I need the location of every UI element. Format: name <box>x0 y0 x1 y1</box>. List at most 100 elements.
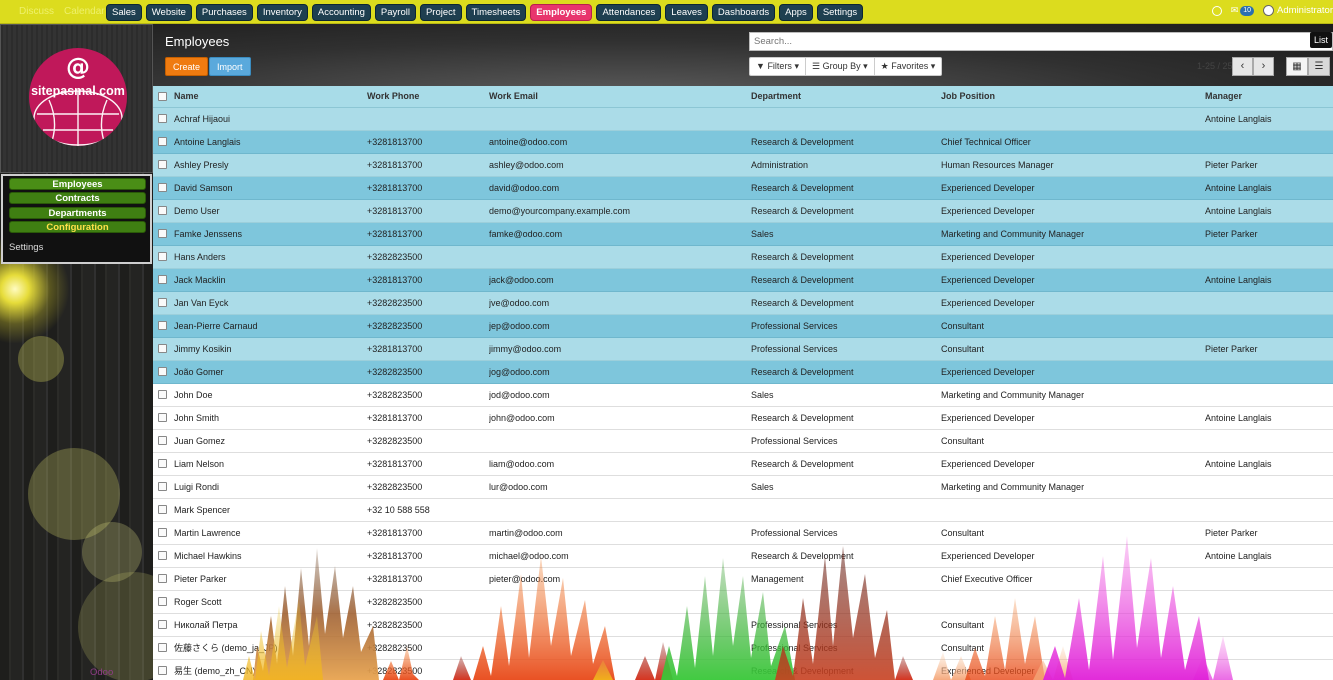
table-row[interactable]: Jean-Pierre Carnaud +3282823500 jep@odoo.c… <box>153 315 1333 338</box>
row-checkbox[interactable] <box>158 344 167 353</box>
row-checkbox[interactable] <box>158 436 167 445</box>
table-row[interactable]: Hans Anders +3282823500 Research & Develop… <box>153 246 1333 269</box>
menu-discuss[interactable]: Discuss <box>19 6 54 17</box>
cell-name: 佐藤さくら (demo_ja_JP) <box>174 643 278 653</box>
table-row[interactable]: Ashley Presly +3281813700 ashley@odoo.com A… <box>153 154 1333 177</box>
row-checkbox[interactable] <box>158 390 167 399</box>
menu-settings[interactable]: Settings <box>816 4 864 21</box>
table-row[interactable]: Martin Lawrence +3281813700 martin@odoo.co… <box>153 522 1333 545</box>
row-checkbox[interactable] <box>158 551 167 560</box>
menu-sales[interactable]: Sales <box>106 4 142 21</box>
table-row[interactable]: Antoine Langlais +3281813700 antoine@odoo.… <box>153 131 1333 154</box>
table-row[interactable]: Jack Macklin +3281813700 jack@odoo.com Rese… <box>153 269 1333 292</box>
table-row[interactable]: John Smith +3281813700 john@odoo.com Resear… <box>153 407 1333 430</box>
table-row[interactable]: Николай Петра +3282823500 Professional Ser… <box>153 614 1333 637</box>
row-checkbox[interactable] <box>158 367 167 376</box>
cell-phone: +3281813700 <box>367 574 423 584</box>
systray: ✉ 10 Administrator <box>1211 5 1333 16</box>
row-checkbox[interactable] <box>158 505 167 514</box>
column-header-work-phone[interactable]: Work Phone <box>367 86 485 107</box>
row-checkbox[interactable] <box>158 160 167 169</box>
row-checkbox[interactable] <box>158 137 167 146</box>
row-checkbox[interactable] <box>158 206 167 215</box>
row-checkbox[interactable] <box>158 298 167 307</box>
menu-leaves[interactable]: Leaves <box>665 4 708 21</box>
table-row[interactable]: David Samson +3281813700 david@odoo.com Res… <box>153 177 1333 200</box>
row-checkbox[interactable] <box>158 252 167 261</box>
messages-button[interactable]: ✉ 10 <box>1231 5 1255 16</box>
import-button[interactable]: Import <box>209 57 251 76</box>
table-row[interactable]: Mark Spencer +32 10 588 558 <box>153 499 1333 522</box>
table-row[interactable]: Pieter Parker +3281813700 pieter@odoo.com M… <box>153 568 1333 591</box>
column-header-manager[interactable]: Manager <box>1205 86 1330 107</box>
menu-payroll[interactable]: Payroll <box>374 4 416 21</box>
table-row[interactable]: Demo User +3281813700 demo@yourcompany.exa… <box>153 200 1333 223</box>
company-logo[interactable]: @ sitepasmal.com <box>29 48 127 146</box>
row-checkbox[interactable] <box>158 413 167 422</box>
sidebar-item-departments[interactable]: Departments <box>9 207 146 219</box>
sidebar-item-configuration[interactable]: Configuration <box>9 221 146 233</box>
row-checkbox[interactable] <box>158 666 167 675</box>
table-row[interactable]: Juan Gomez +3282823500 Professional Servic… <box>153 430 1333 453</box>
row-checkbox[interactable] <box>158 459 167 468</box>
menu-timesheets[interactable]: Timesheets <box>465 4 527 21</box>
search-input[interactable] <box>749 32 1333 51</box>
table-row[interactable]: 佐藤さくら (demo_ja_JP) +3282823500 Professiona… <box>153 637 1333 660</box>
menu-calendar[interactable]: Calendar <box>64 6 105 17</box>
pager-previous-button[interactable]: ‹ <box>1232 57 1253 76</box>
row-checkbox[interactable] <box>158 528 167 537</box>
menu-inventory[interactable]: Inventory <box>256 4 308 21</box>
menu-dashboards[interactable]: Dashboards <box>711 4 776 21</box>
row-checkbox[interactable] <box>158 275 167 284</box>
table-row[interactable]: Luigi Rondi +3282823500 lur@odoo.com Sales M… <box>153 476 1333 499</box>
table-row[interactable]: 易生 (demo_zh_CN) +3282823500 Research & Dev… <box>153 660 1333 680</box>
filters-button[interactable]: ▼ Filters ▾ <box>750 58 806 75</box>
powered-by-odoo[interactable]: Odoo <box>90 667 113 678</box>
table-row[interactable]: Famke Jenssens +3281813700 famke@odoo.com S… <box>153 223 1333 246</box>
menu-accounting[interactable]: Accounting <box>311 4 371 21</box>
group-by-button[interactable]: ☰ Group By ▾ <box>806 58 875 75</box>
table-row[interactable]: João Gomer +3282823500 jog@odoo.com Researc… <box>153 361 1333 384</box>
clock-icon[interactable] <box>1211 5 1222 16</box>
cell-phone: +3281813700 <box>367 137 423 147</box>
menu-apps[interactable]: Apps <box>779 4 813 21</box>
menu-attendances[interactable]: Attendances <box>596 4 662 21</box>
row-checkbox[interactable] <box>158 574 167 583</box>
row-checkbox[interactable] <box>158 482 167 491</box>
table-row[interactable]: Jimmy Kosikin +3281813700 jimmy@odoo.com Pr… <box>153 338 1333 361</box>
row-checkbox[interactable] <box>158 620 167 629</box>
menu-website[interactable]: Website <box>145 4 192 21</box>
sidebar-item-employees[interactable]: Employees <box>9 178 146 190</box>
cell-name: João Gomer <box>174 367 224 377</box>
table-row[interactable]: Jan Van Eyck +3282823500 jve@odoo.com Resea… <box>153 292 1333 315</box>
list-view-button[interactable]: ☰ <box>1308 57 1330 76</box>
cell-phone: +3281813700 <box>367 344 423 354</box>
user-menu[interactable]: Administrator <box>1263 5 1333 16</box>
row-checkbox[interactable] <box>158 114 167 123</box>
kanban-view-button[interactable]: ▦ <box>1286 57 1308 76</box>
table-row[interactable]: Liam Nelson +3281813700 liam@odoo.com Resea… <box>153 453 1333 476</box>
row-checkbox[interactable] <box>158 229 167 238</box>
pager-next-button[interactable]: › <box>1253 57 1274 76</box>
favorites-button[interactable]: ★ Favorites ▾ <box>875 58 942 75</box>
row-checkbox[interactable] <box>158 321 167 330</box>
pager-value[interactable]: 1-25 / 25 <box>1197 61 1233 71</box>
row-checkbox[interactable] <box>158 597 167 606</box>
sidebar-item-contracts[interactable]: Contracts <box>9 192 146 204</box>
create-button[interactable]: Create <box>165 57 209 76</box>
menu-project[interactable]: Project <box>419 4 462 21</box>
row-checkbox[interactable] <box>158 643 167 652</box>
table-row[interactable]: John Doe +3282823500 jod@odoo.com Sales Mark… <box>153 384 1333 407</box>
column-header-department[interactable]: Department <box>751 86 937 107</box>
table-row[interactable]: Achraf Hijaoui Antoine Langlais <box>153 108 1333 131</box>
sidebar-item-settings[interactable]: Settings <box>9 242 43 253</box>
select-all-checkbox[interactable] <box>158 92 167 101</box>
column-header-job-position[interactable]: Job Position <box>941 86 1201 107</box>
menu-employees[interactable]: Employees <box>530 4 593 21</box>
row-checkbox[interactable] <box>158 183 167 192</box>
column-header-name[interactable]: Name <box>174 86 364 107</box>
table-row[interactable]: Michael Hawkins +3281813700 michael@odoo.c… <box>153 545 1333 568</box>
column-header-work-email[interactable]: Work Email <box>489 86 747 107</box>
table-row[interactable]: Roger Scott +3282823500 <box>153 591 1333 614</box>
menu-purchases[interactable]: Purchases <box>195 4 253 21</box>
